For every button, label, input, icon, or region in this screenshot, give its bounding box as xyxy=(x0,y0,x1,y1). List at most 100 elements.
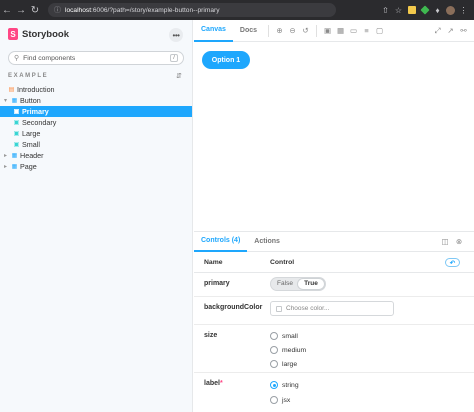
bookmark-icon: ▣ xyxy=(13,131,20,137)
sidebar-item-small[interactable]: ▣ Small xyxy=(0,139,192,150)
radio-size-large[interactable]: large xyxy=(270,360,297,368)
open-new-tab-icon[interactable]: ↗ xyxy=(444,26,457,36)
toggle-option-false[interactable]: False xyxy=(272,279,298,289)
expand-collapse-icon[interactable]: ⇵ xyxy=(176,72,182,80)
sidebar-item-primary[interactable]: ▣ Primary xyxy=(0,106,192,117)
sidebar-item-introduction[interactable]: ▤ Introduction xyxy=(0,84,192,95)
radio-button[interactable] xyxy=(270,346,278,354)
extension-yellow-icon[interactable] xyxy=(405,0,418,20)
control-name-text: label xyxy=(204,380,220,387)
control-name: size xyxy=(204,332,218,339)
toggle-option-true[interactable]: True xyxy=(298,279,324,289)
extension-green-icon[interactable] xyxy=(418,0,431,20)
tab-controls[interactable]: Controls (4) xyxy=(194,232,248,252)
bookmark-star-icon[interactable]: ☆ xyxy=(392,0,405,20)
browser-toolbar: ← → ↻ ⓘ localhost:6006/?path=/story/exam… xyxy=(0,0,474,20)
search-input[interactable] xyxy=(23,54,164,62)
extensions-puzzle-icon[interactable]: ♦ xyxy=(431,0,444,20)
sidebar-item-header[interactable]: ▸ ▦ Header xyxy=(0,150,192,161)
copy-link-icon[interactable]: ⚯ xyxy=(457,26,470,36)
component-icon: ▦ xyxy=(11,164,18,170)
address-bar[interactable]: ⓘ localhost:6006/?path=/story/example-bu… xyxy=(48,3,336,17)
sidebar-item-label: Small xyxy=(22,140,40,149)
radio-label: small xyxy=(282,332,298,340)
divider xyxy=(268,24,270,37)
tab-docs[interactable]: Docs xyxy=(233,20,264,42)
info-icon[interactable]: ⓘ xyxy=(54,5,61,15)
radio-label: jsx xyxy=(282,396,291,404)
zoom-out-icon[interactable]: ⊖ xyxy=(286,26,299,35)
url-host: localhost xyxy=(65,6,92,14)
control-row-primary: primary False True xyxy=(194,273,474,297)
radio-size-medium[interactable]: medium xyxy=(270,346,306,354)
forward-arrow-icon[interactable]: → xyxy=(14,0,28,20)
sidebar-item-large[interactable]: ▣ Large xyxy=(0,128,192,139)
preview-toolbar: Canvas Docs ⊕ ⊖ ↺ ▣ ▦ ▭ ≡ ▢ ⤢ ↗ ⚯ xyxy=(194,20,474,42)
sidebar-item-page[interactable]: ▸ ▦ Page xyxy=(0,161,192,172)
reset-controls-icon[interactable]: ↶ xyxy=(445,258,460,267)
sidebar-item-label: Primary xyxy=(22,107,49,116)
addons-panel: Controls (4) Actions ◫ ⊗ Name Control ↶ … xyxy=(194,231,474,412)
brand[interactable]: S Storybook xyxy=(8,28,69,40)
control-row-label: label* string jsx xyxy=(194,373,474,412)
zoom-reset-icon[interactable]: ↺ xyxy=(299,26,312,35)
controls-table-header: Name Control ↶ xyxy=(194,253,474,273)
color-picker[interactable] xyxy=(270,301,394,316)
fullscreen-icon[interactable]: ⤢ xyxy=(431,26,444,36)
sidebar-item-label: Introduction xyxy=(17,85,55,94)
control-row-background-color: backgroundColor xyxy=(194,297,474,325)
divider xyxy=(316,24,318,37)
radio-label: medium xyxy=(282,346,307,354)
component-icon: ▦ xyxy=(11,153,18,159)
preview-primary-button[interactable]: Option 1 xyxy=(202,51,250,69)
bookmark-icon: ▣ xyxy=(13,109,20,115)
close-panel-icon[interactable]: ⊗ xyxy=(452,237,466,246)
radio-button[interactable] xyxy=(270,332,278,340)
sidebar-item-label: Button xyxy=(20,96,41,105)
zoom-in-icon[interactable]: ⊕ xyxy=(273,26,286,35)
reload-icon[interactable]: ↻ xyxy=(28,0,42,20)
url-path: :6006/?path=/story/example-button--prima… xyxy=(91,6,220,14)
column-header-name: Name xyxy=(204,259,223,266)
radio-label-jsx[interactable]: jsx xyxy=(270,396,290,404)
chevron-down-icon: ▾ xyxy=(3,98,7,104)
radio-label-string[interactable]: string xyxy=(270,381,299,389)
outline-icon[interactable]: ▢ xyxy=(373,26,386,35)
panel-orientation-icon[interactable]: ◫ xyxy=(438,237,452,246)
preview-canvas: Option 1 xyxy=(194,43,474,230)
radio-button[interactable] xyxy=(270,360,278,368)
background-icon[interactable]: ▣ xyxy=(321,26,334,35)
back-arrow-icon[interactable]: ← xyxy=(0,0,14,20)
share-icon[interactable]: ⇧ xyxy=(379,0,392,20)
measure-icon[interactable]: ≡ xyxy=(360,26,373,35)
grid-icon[interactable]: ▦ xyxy=(334,26,347,35)
profile-avatar[interactable] xyxy=(444,0,457,20)
sidebar-item-label: Secondary xyxy=(22,118,57,127)
radio-button[interactable] xyxy=(270,396,278,404)
color-input[interactable] xyxy=(286,305,386,312)
sidebar-item-secondary[interactable]: ▣ Secondary xyxy=(0,117,192,128)
tab-canvas[interactable]: Canvas xyxy=(194,20,233,42)
radio-label: string xyxy=(282,381,299,389)
viewport-icon[interactable]: ▭ xyxy=(347,26,360,35)
radio-button[interactable] xyxy=(270,381,278,389)
control-name: backgroundColor xyxy=(204,304,263,311)
control-row-size: size small medium large xyxy=(194,325,474,373)
color-swatch-icon[interactable] xyxy=(276,305,282,312)
required-mark: * xyxy=(219,380,223,387)
document-icon: ▤ xyxy=(8,87,15,93)
group-label: EXAMPLE xyxy=(8,73,49,79)
sidebar-item-button[interactable]: ▾ ▦ Button xyxy=(0,95,192,106)
tab-actions[interactable]: Actions xyxy=(247,232,287,252)
sidebar-menu-button[interactable]: ••• xyxy=(169,28,183,42)
boolean-toggle[interactable]: False True xyxy=(270,277,326,291)
browser-menu-icon[interactable]: ⋮ xyxy=(457,0,470,20)
component-icon: ▦ xyxy=(11,98,18,104)
panel-tabs: Controls (4) Actions ◫ ⊗ xyxy=(194,232,474,252)
storybook-logo-icon: S xyxy=(8,28,18,40)
sidebar-item-label: Large xyxy=(22,129,41,138)
column-header-control: Control xyxy=(270,259,295,266)
sidebar: S Storybook ••• ⚲ / EXAMPLE ⇵ ▤ Introduc… xyxy=(0,20,193,412)
search-box[interactable]: ⚲ / xyxy=(8,51,184,65)
radio-size-small[interactable]: small xyxy=(270,332,298,340)
